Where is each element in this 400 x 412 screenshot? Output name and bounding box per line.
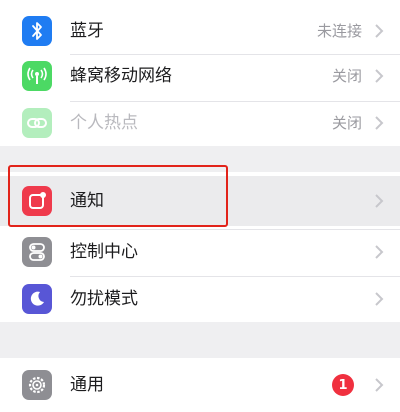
general-group: 通用 1 bbox=[0, 358, 400, 412]
general-label: 通用 bbox=[70, 375, 104, 395]
hotspot-label: 个人热点 bbox=[70, 113, 138, 133]
cellular-status: 关闭 bbox=[331, 67, 362, 85]
hotspot-link-icon bbox=[22, 108, 52, 138]
chevron-right-icon bbox=[375, 69, 384, 83]
gear-icon bbox=[22, 370, 52, 400]
chevron-right-icon bbox=[375, 24, 384, 38]
chevron-right-icon bbox=[375, 194, 384, 208]
bluetooth-icon bbox=[22, 16, 52, 46]
highlight-box bbox=[8, 165, 228, 227]
chevron-right-icon bbox=[375, 116, 384, 130]
chevron-right-icon bbox=[375, 245, 384, 259]
chevron-right-icon bbox=[375, 292, 384, 306]
chevron-right-icon bbox=[375, 378, 384, 392]
do-not-disturb-row[interactable]: 勿扰模式 bbox=[0, 276, 400, 322]
cellular-antenna-icon bbox=[22, 61, 52, 91]
bluetooth-row[interactable]: 蓝牙 未连接 bbox=[0, 8, 400, 54]
hotspot-row: 个人热点 关闭 bbox=[0, 100, 400, 146]
control-center-label: 控制中心 bbox=[70, 242, 138, 262]
hotspot-status: 关闭 bbox=[331, 114, 362, 132]
general-row[interactable]: 通用 1 bbox=[0, 362, 400, 408]
do-not-disturb-label: 勿扰模式 bbox=[70, 289, 138, 309]
control-center-toggles-icon bbox=[22, 237, 52, 267]
cellular-label: 蜂窝移动网络 bbox=[70, 66, 172, 86]
bluetooth-status: 未连接 bbox=[316, 22, 362, 40]
control-center-row[interactable]: 控制中心 bbox=[0, 229, 400, 275]
update-badge: 1 bbox=[332, 374, 354, 396]
connectivity-group: 蓝牙 未连接 蜂窝移动网络 关闭 个人热点 关闭 bbox=[0, 0, 400, 146]
cellular-row[interactable]: 蜂窝移动网络 关闭 bbox=[0, 53, 400, 99]
moon-icon bbox=[22, 284, 52, 314]
bluetooth-label: 蓝牙 bbox=[70, 21, 104, 41]
